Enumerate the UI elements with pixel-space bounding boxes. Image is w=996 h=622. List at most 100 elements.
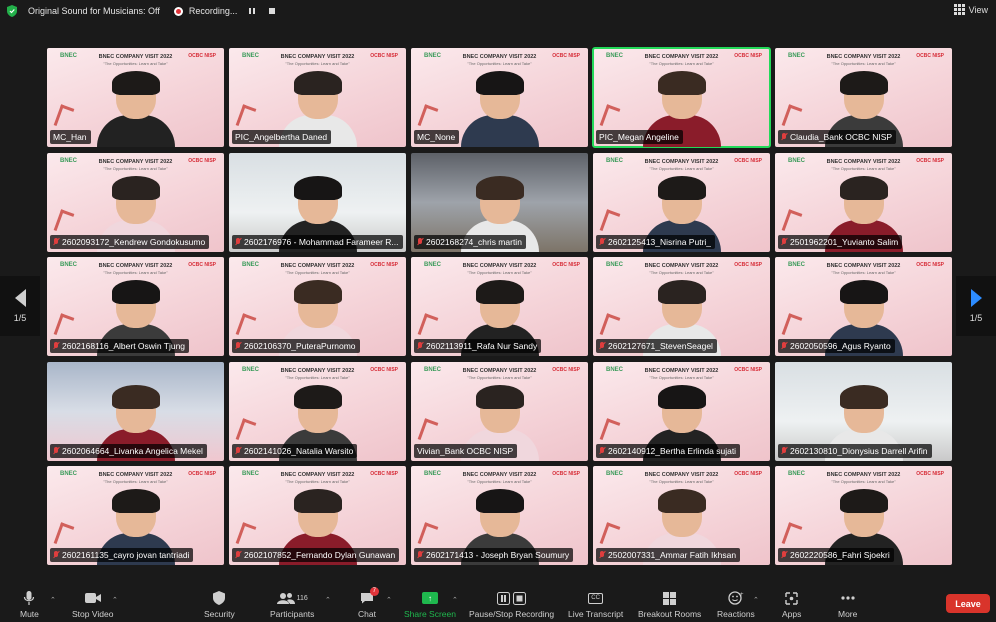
banner-subtitle: "The Opportunities: Learn and Take" bbox=[103, 61, 168, 66]
muted-microphone-icon bbox=[235, 551, 241, 559]
participant-tile[interactable]: 2602176976 - Mohammad Farameer R... bbox=[229, 152, 406, 252]
arrow-left-icon bbox=[14, 289, 26, 307]
stop-recording-icon[interactable] bbox=[267, 6, 277, 16]
share-screen-icon: ↑ bbox=[421, 590, 438, 606]
security-shield-icon[interactable] bbox=[6, 5, 18, 17]
participant-tile[interactable]: BNEC BNEC COMPANY VISIT 2022 "The Opportun… bbox=[229, 361, 406, 461]
chat-label: Chat bbox=[358, 609, 376, 619]
video-options-chevron-icon[interactable]: ⌃ bbox=[112, 596, 118, 604]
banner-brand-logo: OCBC NISP bbox=[916, 471, 944, 477]
participant-name: 2502007331_Ammar Fatih Ikhsan bbox=[608, 550, 737, 560]
participant-tile[interactable]: BNEC BNEC COMPANY VISIT 2022 "The Opportun… bbox=[593, 361, 770, 461]
participant-name: 2602064664_Livanka Angelica Mekel bbox=[62, 445, 203, 456]
audio-options-chevron-icon[interactable]: ⌃ bbox=[50, 596, 56, 604]
banner-subtitle: "The Opportunities: Learn and Take" bbox=[649, 165, 714, 171]
participant-name: MC_None bbox=[417, 132, 456, 142]
participant-tile[interactable]: BNEC BNEC COMPANY VISIT 2022 "The Opportun… bbox=[229, 466, 406, 565]
participant-tile[interactable]: BNEC BNEC COMPANY VISIT 2022 "The Opportun… bbox=[775, 152, 952, 252]
recording-indicator-icon bbox=[173, 6, 183, 16]
participant-tile[interactable]: BNEC BNEC COMPANY VISIT 2022 "The Opportun… bbox=[411, 48, 588, 147]
muted-microphone-icon bbox=[53, 342, 59, 350]
participant-tile[interactable]: BNEC BNEC COMPANY VISIT 2022 "The Opportun… bbox=[47, 48, 224, 147]
share-screen-button[interactable]: ↑ Share Screen bbox=[404, 590, 456, 619]
muted-microphone-icon bbox=[781, 551, 787, 559]
banner-subtitle: "The Opportunities: Learn and Take" bbox=[103, 270, 168, 275]
previous-page-button[interactable]: 1/5 bbox=[0, 276, 40, 336]
participant-name: 2602220586_Fahri Sjoekri bbox=[790, 550, 890, 560]
stop-video-button[interactable]: Stop Video bbox=[72, 590, 113, 619]
participant-tile[interactable]: BNEC BNEC COMPANY VISIT 2022 "The Opportun… bbox=[593, 152, 770, 252]
live-transcript-button[interactable]: CC Live Transcript bbox=[568, 590, 623, 619]
next-page-button[interactable]: 1/5 bbox=[956, 276, 996, 336]
security-button[interactable]: Security bbox=[204, 590, 235, 619]
participant-name-label: 2602093172_Kendrew Gondokusumo bbox=[50, 234, 210, 249]
muted-microphone-icon bbox=[53, 551, 59, 559]
participant-tile[interactable]: BNEC BNEC COMPANY VISIT 2022 "The Opportun… bbox=[775, 257, 952, 356]
participant-tile[interactable]: 2602130810_Dionysius Darrell Arifin bbox=[775, 361, 952, 461]
participant-tile[interactable]: BNEC BNEC COMPANY VISIT 2022 "The Opportun… bbox=[229, 48, 406, 147]
pause-stop-recording-button[interactable]: Pause/Stop Recording bbox=[469, 590, 554, 619]
participants-button[interactable]: 116 Participants bbox=[270, 590, 314, 619]
participant-name: 2602168116_Albert Oswin Tjung bbox=[62, 341, 186, 351]
participant-name: 2602093172_Kendrew Gondokusumo bbox=[62, 236, 206, 247]
participant-tile[interactable]: BNEC BNEC COMPANY VISIT 2022 "The Opportun… bbox=[592, 47, 771, 148]
participant-tile[interactable]: BNEC BNEC COMPANY VISIT 2022 "The Opportun… bbox=[47, 152, 224, 252]
reactions-options-chevron-icon[interactable]: ⌃ bbox=[753, 596, 759, 604]
participant-tile[interactable]: BNEC BNEC COMPANY VISIT 2022 "The Opportun… bbox=[411, 466, 588, 565]
breakout-rooms-button[interactable]: Breakout Rooms bbox=[638, 590, 701, 619]
participant-tile[interactable]: 2602168274_chris martin bbox=[411, 152, 588, 252]
participant-name: 2602161135_cayro jovan tantriadi bbox=[62, 550, 190, 560]
participant-name-label: 2602140912_Bertha Erlinda sujati bbox=[596, 443, 741, 458]
leave-button[interactable]: Leave bbox=[946, 594, 990, 613]
chat-button[interactable]: 7 Chat bbox=[358, 587, 379, 619]
participants-options-chevron-icon[interactable]: ⌃ bbox=[325, 596, 331, 604]
participant-name-label: 2602050596_Agus Ryanto bbox=[778, 339, 895, 353]
apps-button[interactable]: Apps bbox=[782, 590, 801, 619]
participant-tile[interactable]: BNEC BNEC COMPANY VISIT 2022 "The Opportun… bbox=[47, 257, 224, 356]
banner-brand-logo: OCBC NISP bbox=[916, 157, 944, 164]
participant-name-label: 2602113911_Rafa Nur Sandy bbox=[414, 339, 542, 353]
participant-tile[interactable]: BNEC BNEC COMPANY VISIT 2022 "The Opportun… bbox=[593, 257, 770, 356]
participant-name-label: 2602220586_Fahri Sjoekri bbox=[778, 548, 894, 562]
banner-subtitle: "The Opportunities: Learn and Take" bbox=[649, 61, 714, 66]
banner-subtitle: "The Opportunities: Learn and Take" bbox=[467, 479, 532, 484]
stop-video-label: Stop Video bbox=[72, 609, 114, 619]
banner-brand-logo: OCBC NISP bbox=[734, 262, 762, 268]
participant-tile[interactable]: BNEC BNEC COMPANY VISIT 2022 "The Opportun… bbox=[593, 466, 770, 565]
participant-name-label: Claudia_Bank OCBC NISP bbox=[778, 130, 897, 144]
muted-microphone-icon bbox=[599, 551, 605, 559]
banner-brand-logo: OCBC NISP bbox=[916, 262, 944, 268]
apps-label: Apps bbox=[782, 609, 802, 619]
participant-tile[interactable]: BNEC BNEC COMPANY VISIT 2022 "The Opportun… bbox=[775, 48, 952, 147]
mute-button[interactable]: Mute bbox=[20, 590, 39, 619]
recording-controls-icon bbox=[496, 590, 527, 606]
participant-name: 2602141026_Natalia Warsito bbox=[244, 445, 354, 456]
pause-recording-icon[interactable] bbox=[247, 6, 257, 16]
decorative-arrow-icon bbox=[417, 522, 439, 548]
participant-tile[interactable]: 2602064664_Livanka Angelica Mekel bbox=[47, 361, 224, 461]
decorative-arrow-icon bbox=[781, 208, 803, 235]
more-button[interactable]: More bbox=[838, 590, 857, 619]
participant-name-label: 2602171413 - Joseph Bryan Soumury bbox=[414, 548, 574, 562]
banner-subtitle: "The Opportunities: Learn and Take" bbox=[649, 374, 714, 380]
svg-text:+: + bbox=[740, 592, 744, 598]
view-button[interactable]: View bbox=[953, 4, 988, 15]
participant-tile[interactable]: BNEC BNEC COMPANY VISIT 2022 "The Opportun… bbox=[229, 257, 406, 356]
chat-options-chevron-icon[interactable]: ⌃ bbox=[386, 596, 392, 604]
view-label: View bbox=[968, 4, 988, 15]
more-label: More bbox=[838, 609, 858, 619]
muted-microphone-icon bbox=[781, 237, 787, 246]
participant-tile[interactable]: BNEC BNEC COMPANY VISIT 2022 "The Opportun… bbox=[411, 361, 588, 461]
banner-brand-logo: OCBC NISP bbox=[552, 262, 580, 268]
share-options-chevron-icon[interactable]: ⌃ bbox=[452, 596, 458, 604]
participant-tile[interactable]: BNEC BNEC COMPANY VISIT 2022 "The Opportun… bbox=[47, 466, 224, 565]
participant-name-label: 2602176976 - Mohammad Farameer R... bbox=[232, 234, 403, 249]
decorative-arrow-icon bbox=[235, 522, 257, 548]
pause-stop-recording-label: Pause/Stop Recording bbox=[469, 609, 555, 619]
original-sound-status[interactable]: Original Sound for Musicians: Off bbox=[28, 6, 160, 16]
reactions-button[interactable]: + Reactions bbox=[717, 590, 755, 619]
muted-microphone-icon bbox=[417, 237, 423, 246]
participant-tile[interactable]: BNEC BNEC COMPANY VISIT 2022 "The Opportun… bbox=[411, 257, 588, 356]
participant-tile[interactable]: BNEC BNEC COMPANY VISIT 2022 "The Opportun… bbox=[775, 466, 952, 565]
banner-brand-logo: OCBC NISP bbox=[552, 53, 580, 59]
